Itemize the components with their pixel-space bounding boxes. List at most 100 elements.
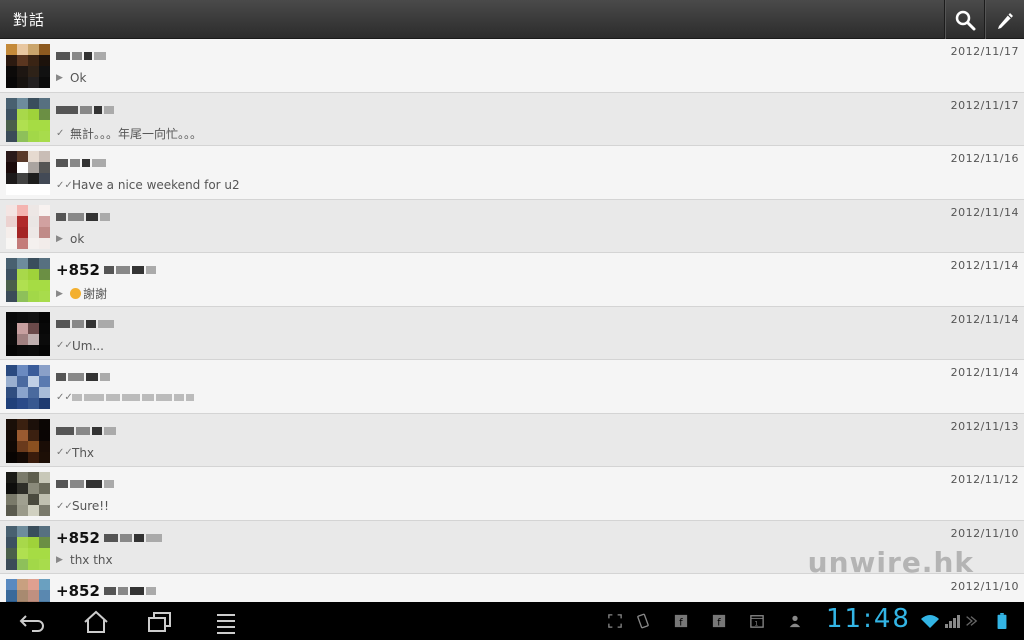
pixelated-name <box>131 266 144 274</box>
contact-name: +852 <box>56 528 164 548</box>
preview-text: 無計。。。年尾一向忙。。。 <box>70 126 203 141</box>
incoming-arrow-icon: ▶ <box>56 288 63 299</box>
conversation-date: 2012/11/17 <box>950 98 1019 112</box>
message-preview: ✓ 無計。。。年尾一向忙。。。 <box>56 125 202 142</box>
signal-icon <box>945 615 960 628</box>
conversation-date: 2012/11/16 <box>950 152 1019 165</box>
incoming-arrow-icon: ▶ <box>56 233 63 244</box>
contact-icon <box>789 615 801 628</box>
pixelated-name <box>145 266 156 274</box>
wifi-icon <box>921 615 939 628</box>
calendar-icon: 1 <box>750 615 764 628</box>
contact-name <box>56 153 108 173</box>
recents-icon[interactable] <box>146 610 174 634</box>
conversation-date: 2012/11/14 <box>950 205 1019 219</box>
pixelated-name <box>98 319 114 328</box>
conversation-row[interactable]: 2012/11/17 ▶ Ok <box>0 39 1024 93</box>
pixelated-name <box>94 52 106 60</box>
pixelated-name <box>86 212 98 221</box>
preview-text: 謝謝 <box>83 287 108 301</box>
pixelated-name <box>86 319 96 328</box>
contact-name <box>56 100 116 120</box>
search-button[interactable] <box>944 0 985 39</box>
incoming-arrow-icon: ▶ <box>56 73 63 83</box>
search-icon <box>955 10 976 30</box>
pixelated-name <box>72 52 82 60</box>
preview-text: Thx <box>72 445 95 460</box>
back-icon[interactable] <box>18 610 46 634</box>
pixelated-preview <box>186 394 194 401</box>
avatar <box>6 418 50 463</box>
pixelated-name <box>119 533 132 542</box>
conversation-list[interactable]: 2012/11/17 ▶ Ok 2012/11/17 ✓ 無計。。。年尾一向忙。。。 201… <box>0 39 1024 602</box>
contact-name <box>56 314 116 334</box>
message-preview: ✓✓ Sure!! <box>56 499 109 513</box>
conversation-date: 2012/11/10 <box>950 526 1019 540</box>
pixelated-name <box>100 212 110 221</box>
contact-name <box>56 421 118 441</box>
pixelated-name <box>72 319 84 328</box>
avatar <box>6 311 50 356</box>
delivered-check-icon: ✓✓ <box>56 179 73 191</box>
pixelated-name <box>86 373 98 381</box>
pixelated-name <box>145 533 162 542</box>
pixelated-name <box>117 587 128 595</box>
pixelated-name <box>103 533 118 542</box>
conversation-row[interactable]: 2012/11/13 ✓✓ Thx <box>0 413 1024 467</box>
conversation-row[interactable]: 2012/11/12 ✓✓ Sure!! <box>0 467 1024 521</box>
delivered-check-icon: ✓✓ <box>56 447 73 458</box>
conversation-date: 2012/11/13 <box>950 419 1019 433</box>
conversation-row[interactable]: 2012/11/16 ✓✓ Have a nice weekend for u2 <box>0 146 1024 200</box>
preview-text: Sure!! <box>72 499 109 513</box>
pixelated-name <box>80 105 92 114</box>
avatar <box>6 258 50 302</box>
message-preview: ▶ Ok <box>56 71 86 85</box>
pixelated-name <box>68 373 84 381</box>
pixelated-name <box>84 52 92 60</box>
pixelated-name <box>92 159 106 167</box>
conversation-row[interactable]: 2012/11/14 ✓✓ <box>0 360 1024 414</box>
contact-name <box>56 46 108 66</box>
compose-icon <box>998 12 1013 29</box>
pixelated-preview <box>142 394 154 401</box>
menu-icon[interactable] <box>212 610 240 634</box>
battery-icon <box>997 613 1007 629</box>
svg-text:f: f <box>717 617 721 628</box>
system-navigation-bar: f f 1 11:48 <box>0 602 1024 640</box>
pixelated-name <box>103 587 116 595</box>
contact-number-prefix: +852 <box>56 528 100 547</box>
home-icon[interactable] <box>82 610 110 634</box>
pixelated-name <box>56 480 68 488</box>
compose-button[interactable] <box>984 0 1024 39</box>
sent-check-icon: ✓ <box>56 127 65 139</box>
conversation-date: 2012/11/14 <box>950 366 1019 379</box>
delivered-check-icon: ✓✓ <box>56 392 73 403</box>
pixelated-name <box>70 480 84 488</box>
pixelated-preview <box>156 394 172 401</box>
avatar <box>6 44 50 88</box>
pixelated-preview <box>106 394 120 401</box>
conversation-row[interactable]: 2012/11/17 ✓ 無計。。。年尾一向忙。。。 <box>0 92 1024 146</box>
conversation-row[interactable]: 2012/11/14 ✓✓ Um... <box>0 306 1024 360</box>
pixelated-name <box>104 480 114 488</box>
pixelated-name <box>103 266 114 274</box>
conversation-row[interactable]: +852 2012/11/14 ▶ 謝謝 <box>0 253 1024 307</box>
contact-name: +852 <box>56 581 158 601</box>
contact-name <box>56 367 112 387</box>
pixelated-name <box>115 266 130 274</box>
preview-text: Have a nice weekend for u2 <box>72 178 240 192</box>
message-preview: ▶ thx thx <box>56 553 113 567</box>
preview-text: ok <box>70 231 85 246</box>
contact-name <box>56 474 116 494</box>
conversation-row[interactable]: 2012/11/14 ▶ ok <box>0 199 1024 253</box>
pixelated-name <box>100 373 110 381</box>
action-bar: 對話 <box>0 0 1024 39</box>
contact-name <box>56 207 112 227</box>
pixelated-name <box>56 105 78 114</box>
pixelated-name <box>145 587 156 595</box>
message-preview: ✓✓ Have a nice weekend for u2 <box>56 178 240 192</box>
pixelated-name <box>56 212 66 221</box>
avatar <box>6 97 50 142</box>
svg-text:f: f <box>679 617 683 628</box>
pixelated-preview <box>122 394 140 401</box>
